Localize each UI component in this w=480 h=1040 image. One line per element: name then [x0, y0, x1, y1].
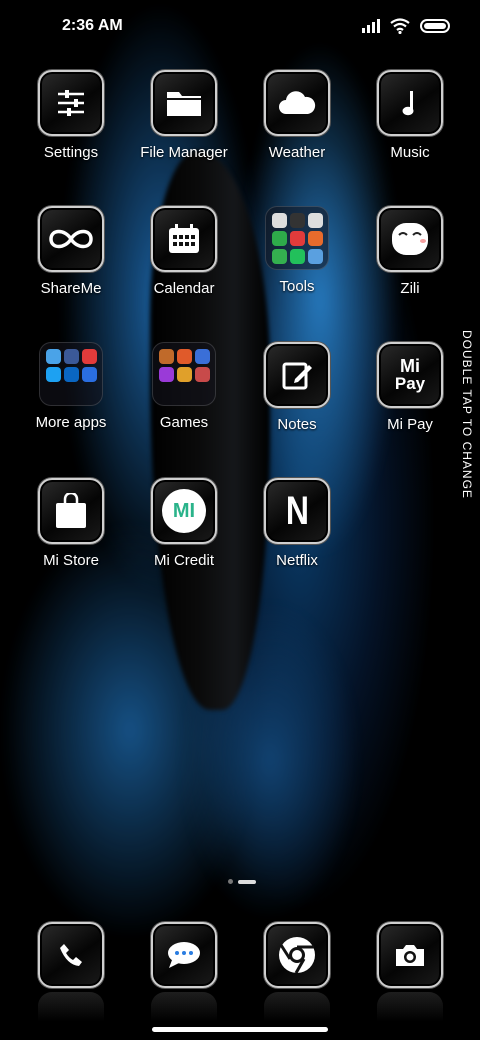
messages-icon: [151, 922, 217, 988]
app-label: More apps: [35, 414, 107, 431]
status-bar: 2:36 AM: [0, 0, 480, 56]
app-label: File Manager: [140, 144, 228, 161]
dock-phone[interactable]: [15, 922, 127, 1022]
app-label: Mi Store: [43, 552, 99, 569]
app-shareme[interactable]: ShareMe: [15, 206, 127, 297]
app-label: Mi Credit: [153, 552, 214, 569]
shopping-bag-icon: [38, 478, 104, 544]
app-weather[interactable]: Weather: [241, 70, 353, 161]
infinity-icon: [38, 206, 104, 272]
app-label: Notes: [277, 416, 317, 433]
app-mi-store[interactable]: Mi Store: [15, 478, 127, 569]
home-gesture-bar[interactable]: [152, 1027, 328, 1032]
app-notes[interactable]: Notes: [241, 342, 353, 433]
app-music[interactable]: Music: [354, 70, 466, 161]
app-label: Settings: [43, 144, 99, 161]
chrome-icon: [264, 922, 330, 988]
dock-chrome[interactable]: [241, 922, 353, 1022]
app-file-manager[interactable]: File Manager: [128, 70, 240, 161]
folder-tools[interactable]: Tools: [241, 206, 353, 295]
app-calendar[interactable]: Calendar: [128, 206, 240, 297]
page-dot-active: [238, 879, 256, 884]
page-indicator: [228, 879, 256, 884]
wifi-icon: [390, 18, 410, 34]
mi-credit-text: MI: [172, 499, 196, 522]
app-netflix[interactable]: N Netflix: [241, 478, 353, 569]
camera-icon: [377, 922, 443, 988]
notes-icon: [264, 342, 330, 408]
mi-credit-icon: MI: [151, 478, 217, 544]
battery-icon: [420, 19, 450, 33]
dock-messages[interactable]: [128, 922, 240, 1022]
folder-games-icon: [152, 342, 216, 406]
app-label: Zili: [400, 280, 420, 297]
app-label: Mi Pay: [387, 416, 433, 433]
app-mi-credit[interactable]: MI Mi Credit: [128, 478, 240, 569]
netflix-letter: N: [285, 488, 309, 533]
music-note-icon: [377, 70, 443, 136]
signal-icon: [362, 19, 380, 33]
sliders-icon: [38, 70, 104, 136]
app-label: Weather: [268, 144, 326, 161]
app-label: Tools: [279, 278, 315, 295]
calendar-icon: [151, 206, 217, 272]
folder-icon: [151, 70, 217, 136]
app-label: ShareMe: [40, 280, 102, 297]
double-tap-hint[interactable]: DOUBLE TAP TO CHANGE: [460, 330, 474, 499]
page-dot: [228, 879, 233, 884]
phone-icon: [38, 922, 104, 988]
app-label: Music: [390, 144, 430, 161]
folder-more-apps[interactable]: More apps: [15, 342, 127, 431]
app-mi-pay[interactable]: Mi Pay Mi Pay: [354, 342, 466, 433]
app-label: Netflix: [276, 552, 318, 569]
status-time: 2:36 AM: [62, 17, 123, 34]
app-settings[interactable]: Settings: [15, 70, 127, 161]
folder-tools-icon: [265, 206, 329, 270]
app-label: Calendar: [153, 280, 215, 297]
app-label: Games: [159, 414, 209, 431]
netflix-icon: N: [264, 478, 330, 544]
folder-more-apps-icon: [39, 342, 103, 406]
dock-camera[interactable]: [354, 922, 466, 1022]
folder-games[interactable]: Games: [128, 342, 240, 431]
zili-face-icon: [377, 206, 443, 272]
mi-pay-text: Pay: [394, 374, 426, 393]
app-zili[interactable]: Zili: [354, 206, 466, 297]
cloud-icon: [264, 70, 330, 136]
mi-pay-icon: Mi Pay: [377, 342, 443, 408]
